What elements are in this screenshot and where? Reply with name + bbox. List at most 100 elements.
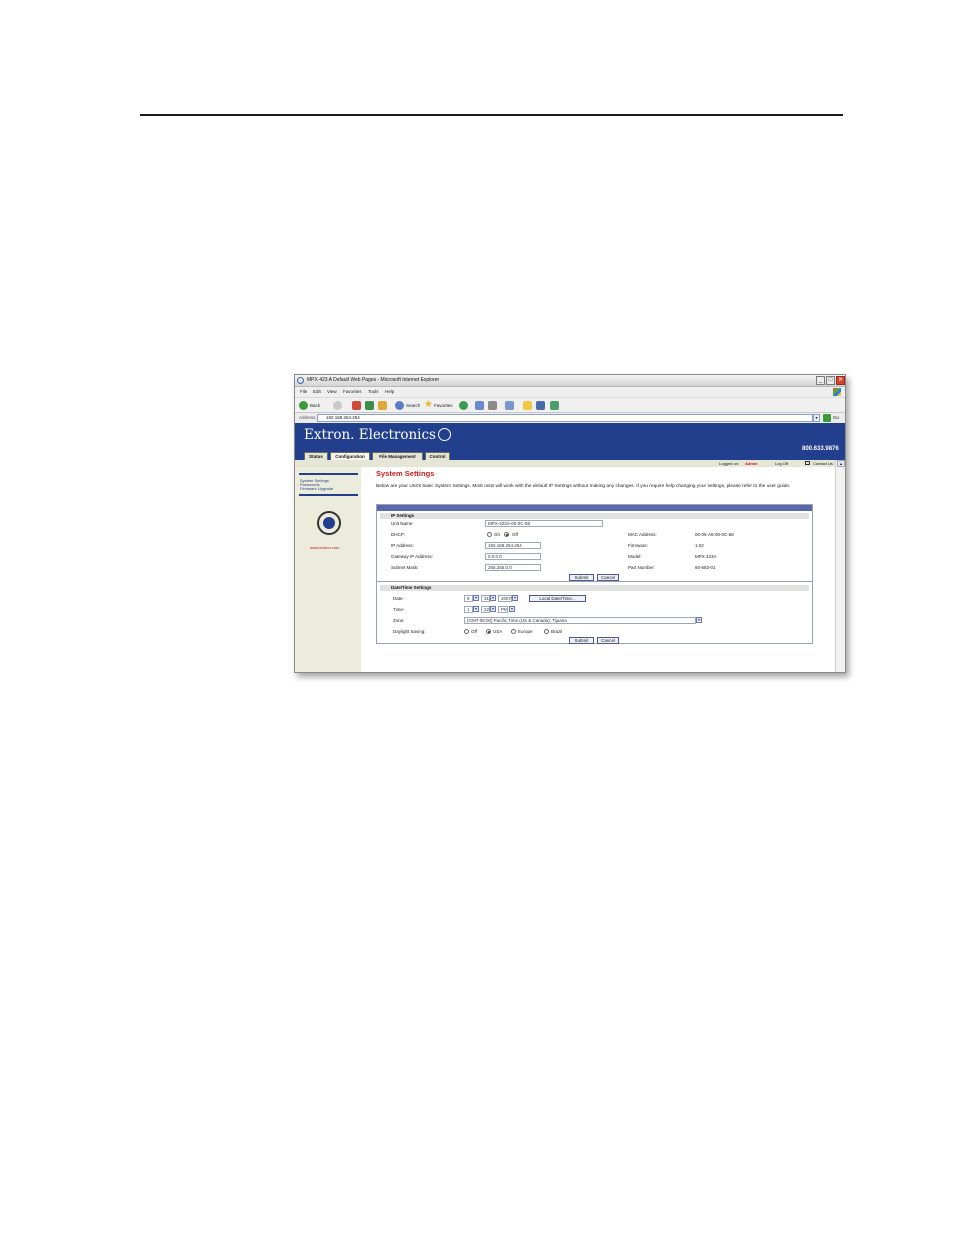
time-label: Time: (393, 607, 405, 612)
menu-view[interactable]: View (327, 389, 337, 394)
ip-address-input[interactable]: 192.168.254.254 (485, 542, 541, 549)
folder-icon[interactable] (523, 401, 532, 410)
address-dropdown-icon[interactable]: ▾ (813, 414, 820, 422)
dst-usa-label: USA (493, 629, 503, 634)
day-select[interactable]: 31 (481, 595, 490, 602)
minute-dropdown-icon[interactable]: ▾ (490, 606, 496, 612)
browser-toolbar: Back Search ★ Favorites (295, 397, 845, 413)
scroll-up-icon[interactable]: ▴ (837, 460, 845, 467)
datetime-cancel-button[interactable]: Cancel (597, 637, 619, 644)
ip-submit-button[interactable]: Submit (569, 574, 594, 581)
main-content: System Settings Below are your Unit's ba… (361, 467, 835, 672)
dhcp-on-radio[interactable] (487, 532, 492, 537)
menu-bar: File Edit View Favorites Tools Help (295, 387, 845, 397)
sidebar-item-firmware-upgrade[interactable]: Firmware Upgrade (300, 486, 333, 491)
mail-icon[interactable] (475, 401, 484, 410)
part-number-label: Part Number: (628, 565, 655, 570)
model-value: MPX 423A (695, 554, 717, 559)
home-icon[interactable] (378, 401, 387, 410)
part-number-value: 60-683-01 (695, 565, 716, 570)
menu-help[interactable]: Help (385, 389, 394, 394)
forward-arrow-icon[interactable] (333, 401, 342, 410)
print-icon[interactable] (488, 401, 497, 410)
zone-select[interactable]: (GMT-08:00) Pacific Time (US & Canada); … (464, 617, 696, 624)
zone-dropdown-icon[interactable]: ▾ (696, 617, 702, 623)
menu-file[interactable]: File (300, 389, 307, 394)
sidebar: System Settings Passwords Firmware Upgra… (295, 467, 361, 672)
tab-file-management[interactable]: File Management (372, 452, 423, 460)
ampm-dropdown-icon[interactable]: ▾ (509, 606, 515, 612)
datetime-submit-button[interactable]: Submit (569, 637, 594, 644)
messenger-icon[interactable] (536, 401, 545, 410)
panel-top-bar (377, 505, 812, 511)
ip-cancel-button[interactable]: Cancel (597, 574, 619, 581)
close-button[interactable]: ✕ (836, 376, 845, 385)
subnet-input[interactable]: 255.255.0.0 (485, 564, 541, 571)
address-bar: Address 192.168.254.254 ▾ Go (295, 413, 845, 423)
dst-usa-radio[interactable] (486, 629, 491, 634)
hour-select[interactable]: 1 (464, 606, 473, 613)
search-icon[interactable] (395, 401, 404, 410)
research-icon[interactable] (550, 401, 559, 410)
dst-europe-radio[interactable] (511, 629, 516, 634)
minimize-button[interactable]: _ (816, 376, 825, 385)
window-title: MPX 423 A Default Web Pages - Microsoft … (307, 377, 440, 383)
internet-explorer-icon (297, 377, 304, 384)
log-off-link[interactable]: Log Off (775, 461, 788, 466)
extron-seal-center-icon (323, 517, 335, 529)
contact-us-link[interactable]: Contact Us (813, 461, 833, 466)
logged-on-label: Logged on: (719, 461, 740, 466)
ampm-select[interactable]: PM (498, 606, 508, 613)
favorites-star-icon[interactable]: ★ (424, 399, 433, 411)
dst-off-label: Off (471, 629, 477, 634)
firmware-label: Firmware: (628, 543, 648, 548)
phone-number: 800.633.9876 (802, 446, 839, 452)
menu-favorites[interactable]: Favorites (343, 389, 362, 394)
year-dropdown-icon[interactable]: ▾ (512, 595, 518, 601)
zone-label: Zone: (393, 618, 405, 623)
tab-control[interactable]: Control (425, 452, 450, 460)
gateway-input[interactable]: 0.0.0.0 (485, 553, 541, 560)
sidebar-site-url[interactable]: www.extron.com (310, 545, 339, 550)
menu-edit[interactable]: Edit (313, 389, 321, 394)
tab-status[interactable]: Status (304, 452, 328, 460)
dst-off-radio[interactable] (464, 629, 469, 634)
maximize-button[interactable]: □ (826, 376, 835, 385)
dhcp-off-radio[interactable] (504, 532, 509, 537)
page-header-rule (140, 114, 843, 116)
browser-screenshot: MPX 423 A Default Web Pages - Microsoft … (294, 374, 846, 673)
favorites-button-label[interactable]: Favorites (434, 403, 453, 408)
history-icon[interactable] (459, 401, 468, 410)
stop-icon[interactable] (352, 401, 361, 410)
address-input[interactable]: 192.168.254.254 (317, 414, 813, 422)
dhcp-label: DHCP: (391, 532, 406, 537)
refresh-icon[interactable] (365, 401, 374, 410)
vertical-scrollbar[interactable]: ▴ (835, 460, 845, 672)
daylight-saving-label: Daylight Saving: (393, 629, 426, 634)
month-select[interactable]: 9 (464, 595, 473, 602)
gateway-label: Gateway IP Address: (391, 554, 433, 559)
month-dropdown-icon[interactable]: ▾ (473, 595, 479, 601)
search-button-label[interactable]: Search (406, 403, 420, 408)
unit-name-label: Unit Name: (391, 521, 414, 526)
intro-text: Below are your Unit's basic System Setti… (376, 484, 791, 489)
unit-name-input[interactable]: MPX-423A-00-0C-58 (485, 520, 603, 527)
minute-select[interactable]: 22 (481, 606, 490, 613)
back-arrow-icon[interactable] (299, 401, 308, 410)
tab-configuration[interactable]: Configuration (330, 452, 370, 460)
go-button-label[interactable]: Go (833, 415, 839, 420)
year-select[interactable]: 2007 (498, 595, 512, 602)
go-arrow-icon[interactable] (823, 414, 831, 422)
dhcp-on-label: On (494, 532, 501, 537)
address-label: Address (299, 415, 316, 420)
datetime-settings-panel: Date/Time Settings Date: 9 ▾ 31 ▾ 2007 ▾… (376, 582, 813, 644)
back-button-label[interactable]: Back (310, 403, 320, 408)
windows-logo-icon (833, 388, 841, 396)
menu-tools[interactable]: Tools (368, 389, 379, 394)
local-date-time-button[interactable]: Local Date/Time... (529, 595, 586, 602)
day-dropdown-icon[interactable]: ▾ (490, 595, 496, 601)
hour-dropdown-icon[interactable]: ▾ (473, 606, 479, 612)
edit-icon[interactable] (505, 401, 514, 410)
dst-brazil-radio[interactable] (544, 629, 549, 634)
mac-address-label: MAC Address: (628, 532, 657, 537)
